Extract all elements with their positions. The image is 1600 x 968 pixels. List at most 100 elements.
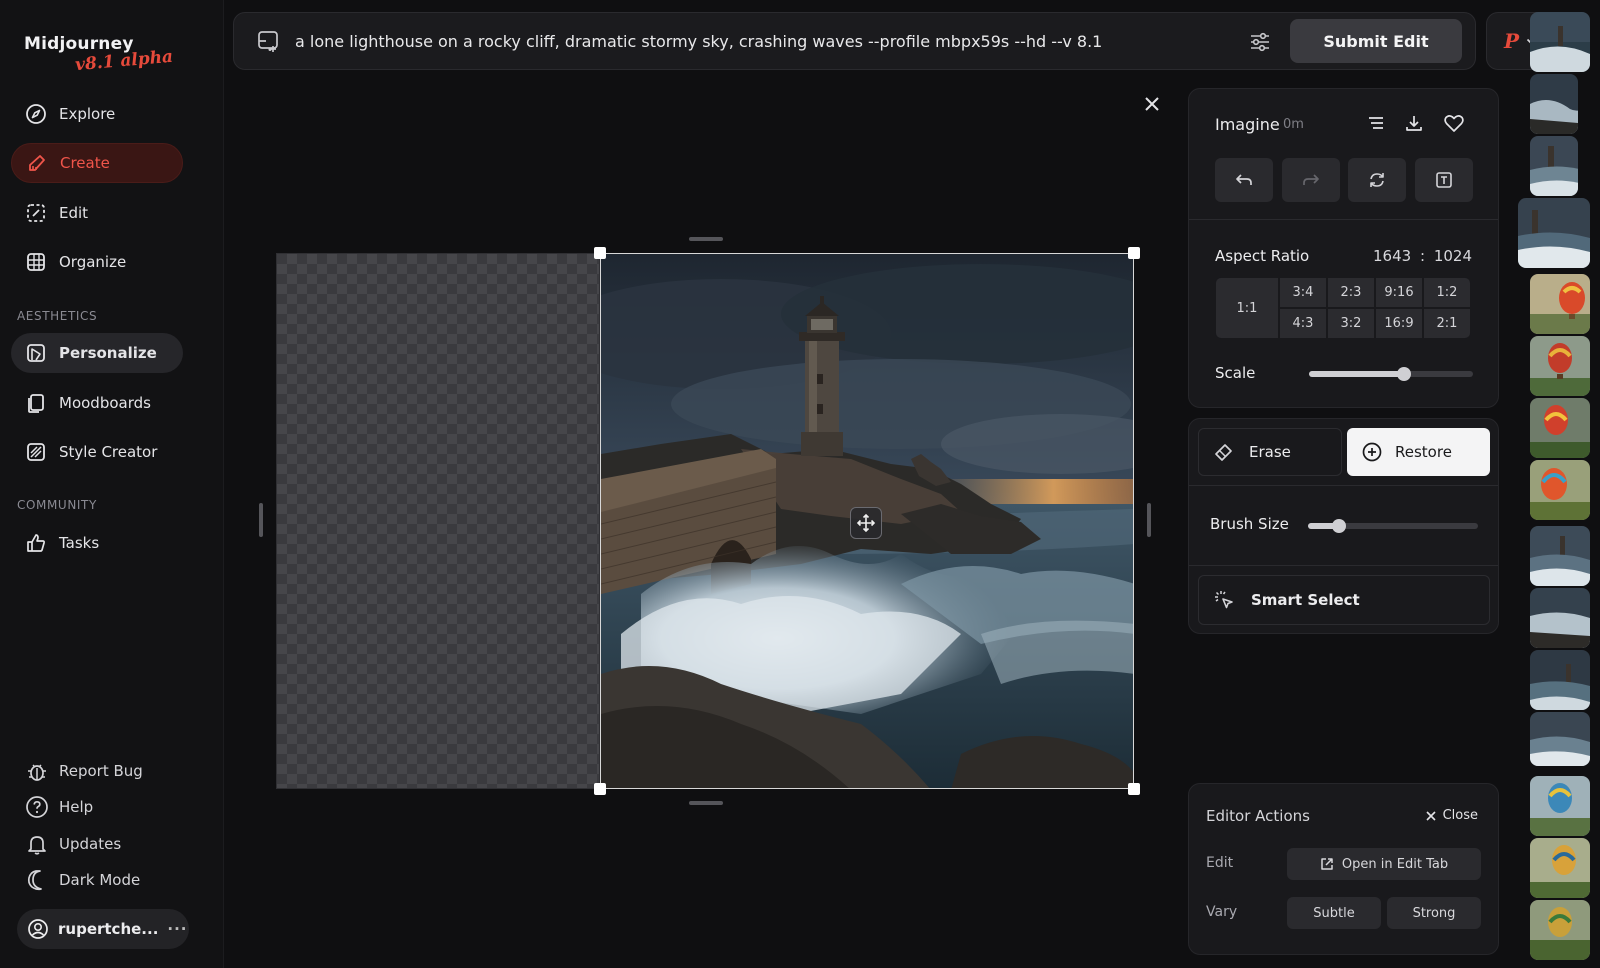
- menu-lines-icon[interactable]: [1366, 113, 1386, 133]
- edit-canvas[interactable]: [276, 247, 1140, 795]
- brush-icon: [26, 152, 48, 174]
- left-resize-handle[interactable]: [259, 503, 263, 537]
- moon-icon: [25, 868, 49, 892]
- divider: [1189, 219, 1498, 220]
- updates-link[interactable]: Updates: [25, 830, 121, 858]
- thumbnail-balloon[interactable]: [1530, 336, 1590, 396]
- text-tool-button[interactable]: [1415, 158, 1473, 202]
- thumbnail-lighthouse[interactable]: [1530, 12, 1590, 72]
- sidebar-item-explore[interactable]: Explore: [11, 94, 183, 134]
- transparent-extension-area[interactable]: [276, 253, 600, 789]
- ratio-2-3-button[interactable]: 2:3: [1327, 277, 1375, 308]
- right-resize-handle[interactable]: [1147, 503, 1151, 537]
- image-prompt-icon[interactable]: [256, 29, 280, 53]
- thumbnail-balloon[interactable]: [1530, 274, 1590, 334]
- smart-select-button[interactable]: Smart Select: [1198, 575, 1490, 625]
- sidebar-item-label: Explore: [59, 105, 116, 123]
- undo-button[interactable]: [1215, 158, 1273, 202]
- bottom-resize-handle[interactable]: [689, 801, 723, 805]
- report-bug-link[interactable]: Report Bug: [25, 757, 143, 785]
- edit-frame-icon: [25, 202, 47, 224]
- aspect-ratio-label: Aspect Ratio: [1215, 247, 1310, 265]
- user-menu[interactable]: rupertche... ···: [17, 909, 189, 949]
- external-link-icon: [1320, 857, 1334, 871]
- more-options-icon[interactable]: ···: [167, 920, 187, 938]
- scale-slider[interactable]: [1309, 367, 1473, 381]
- thumbnail-balloon[interactable]: [1530, 460, 1590, 520]
- thumbnail-balloon[interactable]: [1530, 398, 1590, 458]
- vary-strong-button[interactable]: Strong: [1387, 897, 1481, 929]
- sidebar-item-label: Organize: [59, 253, 127, 271]
- ratio-3-2-button[interactable]: 3:2: [1327, 308, 1375, 339]
- sidebar-item-label: Moodboards: [59, 394, 151, 412]
- thumbnail-lighthouse[interactable]: [1530, 136, 1578, 196]
- thumbnail-balloon[interactable]: [1530, 838, 1590, 898]
- thumbnail-lighthouse[interactable]: [1518, 198, 1590, 268]
- move-image-handle[interactable]: [850, 507, 882, 539]
- sidebar-item-create[interactable]: Create: [11, 143, 183, 183]
- prompt-input[interactable]: a lone lighthouse on a rocky cliff, dram…: [295, 32, 1102, 51]
- redo-button[interactable]: [1282, 158, 1340, 202]
- sidebar-item-tasks[interactable]: Tasks: [11, 523, 183, 563]
- top-resize-handle[interactable]: [689, 237, 723, 241]
- footer-item-label: Help: [59, 798, 94, 816]
- profile-letter: P: [1503, 29, 1520, 53]
- close-editor-icon[interactable]: [1143, 95, 1161, 113]
- crop-handle-top-left[interactable]: [594, 247, 606, 259]
- reset-button[interactable]: [1348, 158, 1406, 202]
- scale-slider-knob[interactable]: [1397, 367, 1411, 381]
- thumbnail-lighthouse[interactable]: [1530, 712, 1590, 766]
- thumbnail-lighthouse[interactable]: [1530, 650, 1590, 710]
- restore-button[interactable]: Restore: [1347, 428, 1490, 476]
- open-in-edit-tab-button[interactable]: Open in Edit Tab: [1287, 848, 1481, 880]
- aspect-separator: :: [1419, 247, 1426, 265]
- vary-subtle-button[interactable]: Subtle: [1287, 897, 1381, 929]
- settings-sliders-icon[interactable]: [1248, 30, 1272, 54]
- refresh-icon: [1368, 171, 1386, 189]
- dark-mode-toggle[interactable]: Dark Mode: [25, 866, 140, 894]
- download-icon[interactable]: [1404, 113, 1424, 133]
- sidebar-item-personalize[interactable]: Personalize: [11, 333, 183, 373]
- aspect-height[interactable]: 1024: [1434, 247, 1472, 265]
- help-link[interactable]: Help: [25, 793, 93, 821]
- edit-row-label: Edit: [1206, 855, 1234, 871]
- editor-actions-title: Editor Actions: [1206, 807, 1310, 825]
- sidebar-item-moodboards[interactable]: Moodboards: [11, 383, 183, 423]
- crop-handle-bottom-right[interactable]: [1128, 783, 1140, 795]
- submit-edit-button[interactable]: Submit Edit: [1290, 19, 1462, 63]
- ratio-1-2-button[interactable]: 1:2: [1423, 277, 1471, 308]
- crop-handle-top-right[interactable]: [1128, 247, 1140, 259]
- thumbnail-balloon[interactable]: [1530, 900, 1590, 960]
- crop-handle-bottom-left[interactable]: [594, 783, 606, 795]
- sidebar-item-organize[interactable]: Organize: [11, 242, 183, 282]
- thumbnail-balloon[interactable]: [1530, 776, 1590, 836]
- ratio-4-3-button[interactable]: 4:3: [1279, 308, 1327, 339]
- editor-actions-close-button[interactable]: Close: [1425, 808, 1478, 823]
- open-edit-tab-label: Open in Edit Tab: [1341, 856, 1449, 872]
- sparkle-cursor-icon: [1213, 589, 1235, 611]
- text-frame-icon: [1435, 171, 1453, 189]
- ratio-16-9-button[interactable]: 16:9: [1375, 308, 1423, 339]
- heart-icon[interactable]: [1443, 113, 1465, 133]
- brush-size-slider[interactable]: [1308, 519, 1478, 533]
- erase-button[interactable]: Erase: [1198, 428, 1342, 476]
- ratio-9-16-button[interactable]: 9:16: [1375, 277, 1423, 308]
- app-logo[interactable]: Midjourney v8.1 alpha: [24, 34, 174, 75]
- thumbnail-lighthouse[interactable]: [1530, 588, 1590, 648]
- history-thumbnail-strip: [1518, 0, 1600, 968]
- erase-label: Erase: [1249, 443, 1291, 461]
- redo-icon: [1302, 171, 1320, 189]
- scale-slider-fill: [1309, 371, 1404, 377]
- aspect-width[interactable]: 1643: [1373, 247, 1411, 265]
- ratio-1-1-button[interactable]: 1:1: [1215, 277, 1279, 339]
- thumbnail-lighthouse[interactable]: [1530, 526, 1590, 586]
- ratio-3-4-button[interactable]: 3:4: [1279, 277, 1327, 308]
- ratio-2-1-button[interactable]: 2:1: [1423, 308, 1471, 339]
- thumbnail-lighthouse[interactable]: [1530, 74, 1578, 134]
- sidebar-item-style-creator[interactable]: Style Creator: [11, 432, 183, 472]
- sidebar-item-edit[interactable]: Edit: [11, 193, 183, 233]
- brush-size-label: Brush Size: [1210, 515, 1289, 533]
- bug-icon: [25, 759, 49, 783]
- brush-slider-knob[interactable]: [1332, 519, 1346, 533]
- bell-icon: [25, 832, 49, 856]
